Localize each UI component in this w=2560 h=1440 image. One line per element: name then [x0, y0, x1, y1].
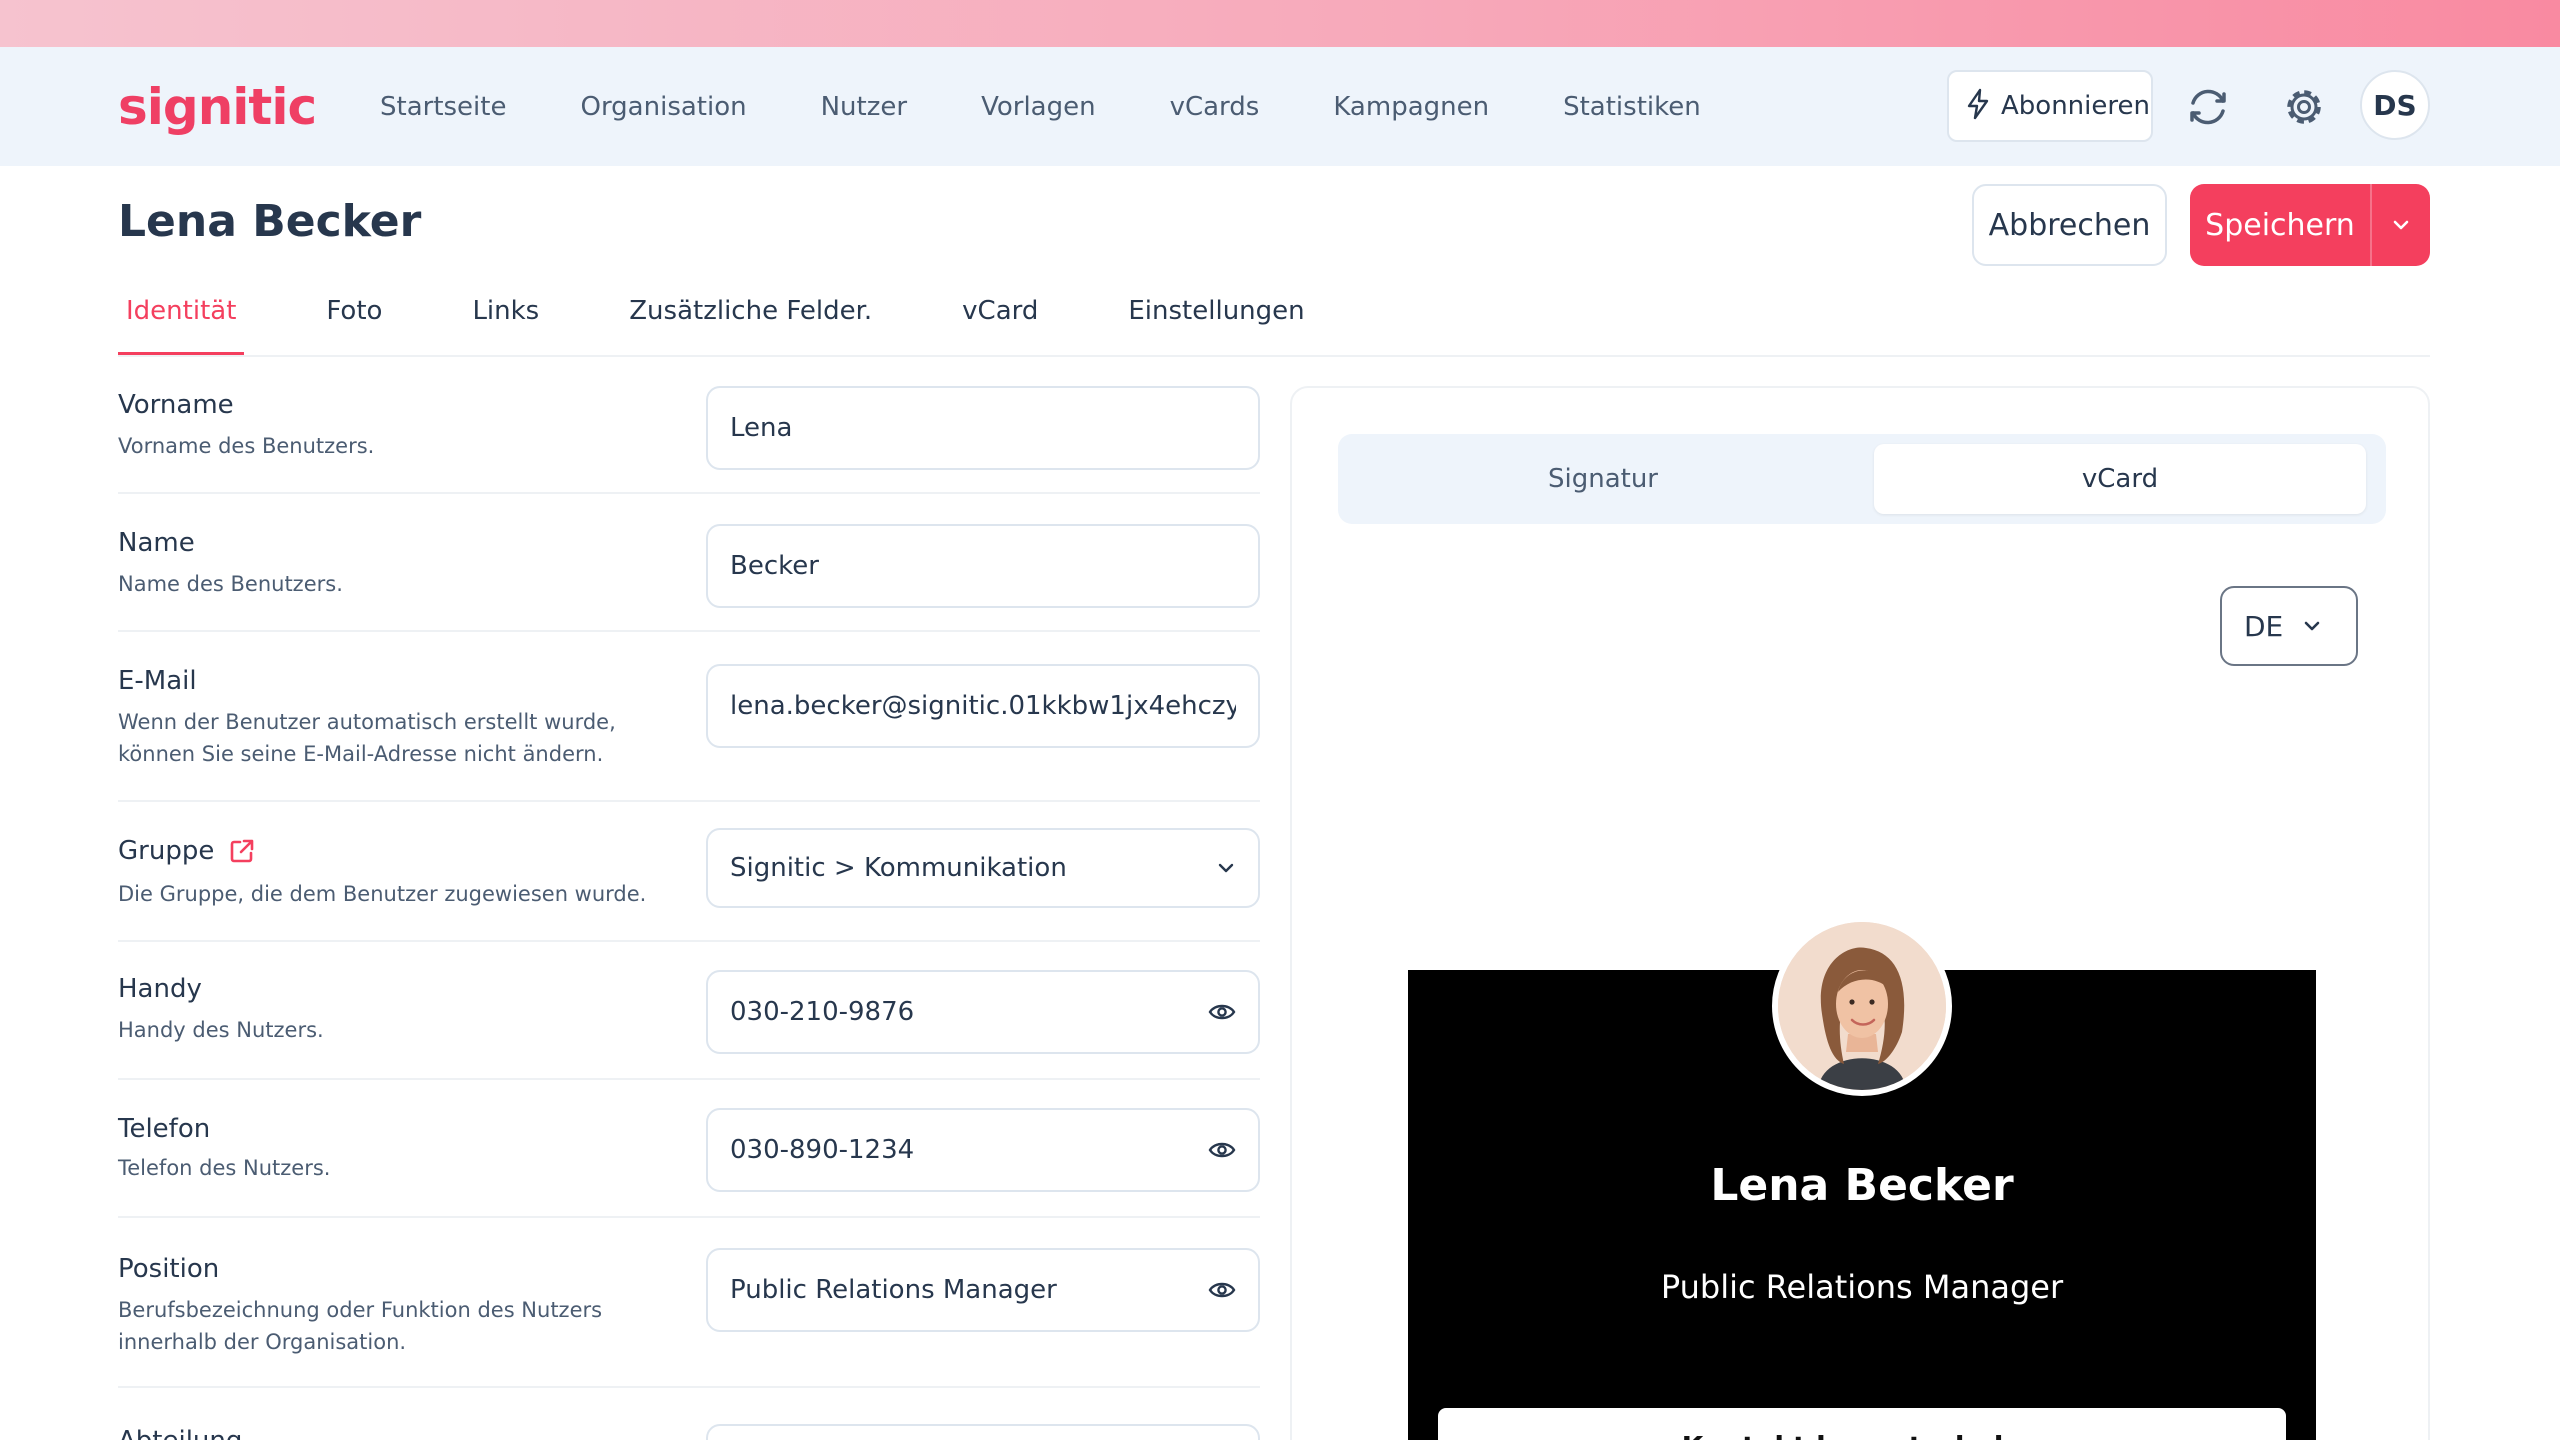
- email-description: Wenn der Benutzer automatisch erstellt w…: [118, 710, 616, 766]
- main-navigation: signitic Startseite Organisation Nutzer …: [0, 47, 2560, 166]
- form-row-abteilung: Abteilung: [118, 1388, 1260, 1440]
- form-row-gruppe: Gruppe Die Gruppe, die dem Benutzer zuge…: [118, 802, 1260, 942]
- sync-icon[interactable]: [2183, 82, 2233, 132]
- position-description: Berufsbezeichnung oder Funktion des Nutz…: [118, 1298, 603, 1354]
- segment-signatur[interactable]: Signatur: [1348, 444, 1858, 514]
- tab-vcard[interactable]: vCard: [954, 286, 1046, 356]
- tab-identitaet[interactable]: Identität: [118, 286, 245, 356]
- handy-value: 030-210-9876: [730, 997, 915, 1027]
- gruppe-label: Gruppe: [118, 836, 215, 866]
- nav-item-vcards[interactable]: vCards: [1170, 92, 1260, 122]
- abteilung-input[interactable]: [706, 1424, 1260, 1440]
- gruppe-value: Signitic > Kommunikation: [730, 853, 1067, 883]
- language-value: DE: [2244, 609, 2284, 643]
- lightning-icon: [1965, 88, 1991, 124]
- position-input[interactable]: Public Relations Manager: [706, 1248, 1260, 1332]
- email-value: lena.becker@signitic.01kkbw1jx4ehczy6wm2: [730, 691, 1236, 721]
- preview-mode-switch: Signatur vCard: [1338, 434, 2386, 524]
- subscribe-label: Abonnieren: [2001, 91, 2150, 121]
- nav-item-nutzer[interactable]: Nutzer: [821, 92, 907, 122]
- nav-item-vorlagen[interactable]: Vorlagen: [981, 92, 1096, 122]
- handy-label: Handy: [118, 974, 202, 1004]
- tab-links[interactable]: Links: [464, 286, 547, 356]
- eye-icon[interactable]: [1208, 1140, 1236, 1160]
- download-contact-button[interactable]: Kontakt herunterladen: [1438, 1408, 2286, 1440]
- gear-icon[interactable]: [2279, 82, 2329, 132]
- nav-item-startseite[interactable]: Startseite: [380, 92, 506, 122]
- save-options-chevron-icon[interactable]: [2372, 218, 2430, 232]
- nav-item-kampagnen[interactable]: Kampagnen: [1333, 92, 1489, 122]
- tab-zusaetzliche-felder[interactable]: Zusätzliche Felder.: [621, 286, 880, 356]
- name-value: Becker: [730, 551, 819, 581]
- position-label: Position: [118, 1254, 220, 1284]
- gruppe-label-wrap: Gruppe: [118, 836, 256, 866]
- form-row-name: Name Name des Benutzers. Becker: [118, 494, 1260, 632]
- form-row-email: E-Mail Wenn der Benutzer automatisch ers…: [118, 632, 1260, 802]
- email-label: E-Mail: [118, 666, 197, 696]
- vorname-value: Lena: [730, 413, 793, 443]
- name-input[interactable]: Becker: [706, 524, 1260, 608]
- handy-description: Handy des Nutzers.: [118, 1018, 324, 1042]
- eye-icon[interactable]: [1208, 1002, 1236, 1022]
- external-link-icon[interactable]: [228, 837, 256, 865]
- save-button-group: Speichern: [2190, 184, 2430, 266]
- telefon-input[interactable]: 030-890-1234: [706, 1108, 1260, 1192]
- cancel-button[interactable]: Abbrechen: [1972, 184, 2167, 266]
- name-label: Name: [118, 528, 195, 558]
- form-row-position: Position Berufsbezeichnung oder Funktion…: [118, 1218, 1260, 1388]
- position-value: Public Relations Manager: [730, 1275, 1057, 1305]
- telefon-label: Telefon: [118, 1114, 211, 1144]
- chevron-down-icon: [1216, 861, 1236, 875]
- gruppe-description: Die Gruppe, die dem Benutzer zugewiesen …: [118, 882, 647, 906]
- eye-icon[interactable]: [1208, 1280, 1236, 1300]
- top-gradient-bar: [0, 0, 2560, 47]
- chevron-down-icon: [2301, 619, 2323, 633]
- profile-photo: [1772, 916, 1952, 1096]
- telefon-description: Telefon des Nutzers.: [118, 1156, 331, 1180]
- vcard-name: Lena Becker: [1710, 1160, 2014, 1211]
- handy-input[interactable]: 030-210-9876: [706, 970, 1260, 1054]
- language-select[interactable]: DE: [2220, 586, 2358, 666]
- preview-panel: Signatur vCard DE Lena Becker Public Rel…: [1290, 386, 2430, 1440]
- form-row-handy: Handy Handy des Nutzers. 030-210-9876: [118, 942, 1260, 1080]
- vorname-description: Vorname des Benutzers.: [118, 434, 375, 458]
- page-title: Lena Becker: [118, 196, 422, 247]
- form-row-telefon: Telefon Telefon des Nutzers. 030-890-123…: [118, 1080, 1260, 1218]
- abteilung-label: Abteilung: [118, 1426, 242, 1440]
- gruppe-select[interactable]: Signitic > Kommunikation: [706, 828, 1260, 908]
- tab-foto[interactable]: Foto: [318, 286, 390, 356]
- vorname-input[interactable]: Lena: [706, 386, 1260, 470]
- vcard-role: Public Relations Manager: [1660, 1268, 2064, 1306]
- profile-tabs: Identität Foto Links Zusätzliche Felder.…: [118, 286, 1387, 356]
- nav-item-statistiken[interactable]: Statistiken: [1563, 92, 1701, 122]
- user-avatar[interactable]: DS: [2360, 70, 2430, 140]
- tab-einstellungen[interactable]: Einstellungen: [1120, 286, 1312, 356]
- vorname-label: Vorname: [118, 390, 234, 420]
- segment-vcard[interactable]: vCard: [1874, 444, 2366, 514]
- email-input[interactable]: lena.becker@signitic.01kkbw1jx4ehczy6wm2: [706, 664, 1260, 748]
- telefon-value: 030-890-1234: [730, 1135, 915, 1165]
- form-row-vorname: Vorname Vorname des Benutzers. Lena: [118, 358, 1260, 494]
- name-description: Name des Benutzers.: [118, 572, 343, 596]
- subscribe-button[interactable]: Abonnieren: [1947, 70, 2153, 142]
- signitic-logo[interactable]: signitic: [118, 77, 317, 137]
- save-button[interactable]: Speichern: [2190, 208, 2370, 243]
- nav-menu: Startseite Organisation Nutzer Vorlagen …: [380, 47, 1775, 166]
- nav-item-organisation[interactable]: Organisation: [580, 92, 746, 122]
- tabs-divider: [118, 355, 2430, 357]
